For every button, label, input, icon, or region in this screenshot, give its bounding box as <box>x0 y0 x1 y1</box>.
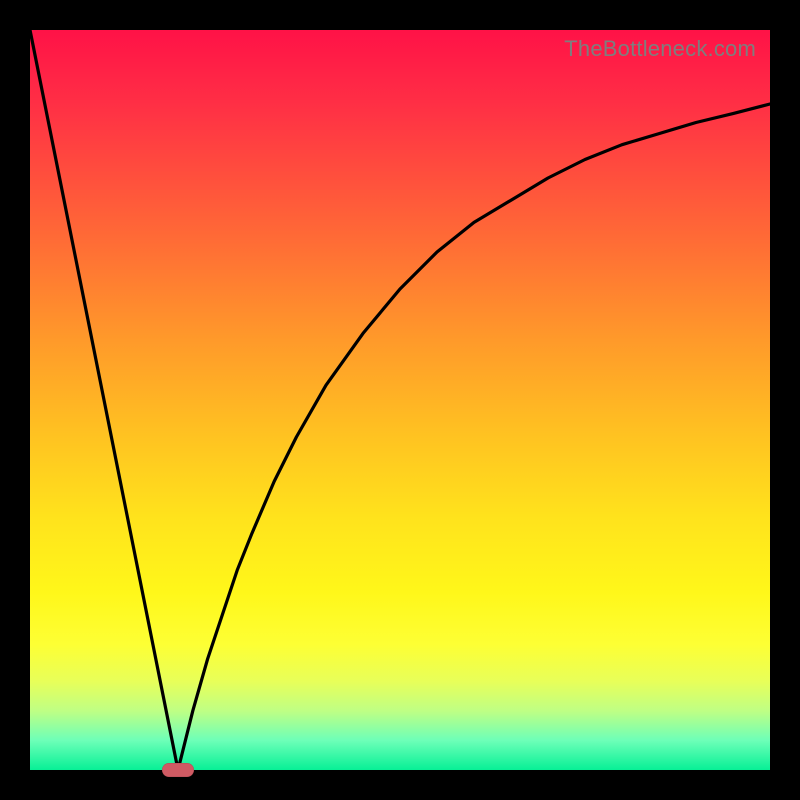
optimum-marker <box>162 763 194 777</box>
curve-path <box>30 30 770 770</box>
chart-frame: TheBottleneck.com <box>0 0 800 800</box>
bottleneck-curve <box>30 30 770 770</box>
plot-area: TheBottleneck.com <box>30 30 770 770</box>
